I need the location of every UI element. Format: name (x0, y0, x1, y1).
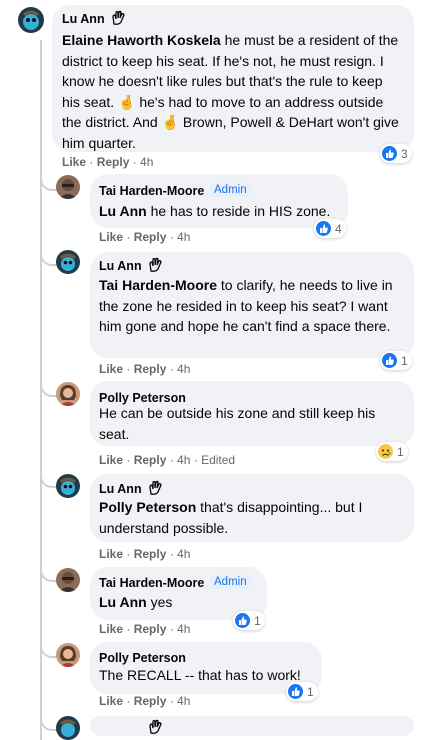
like-link[interactable]: Like (99, 453, 123, 467)
reaction-count[interactable]: 1 (380, 351, 412, 370)
comment-author[interactable]: Polly Peterson (99, 651, 186, 665)
avatar[interactable] (56, 175, 80, 199)
like-link[interactable]: Like (99, 694, 123, 708)
like-reaction-icon (382, 146, 397, 161)
wave-icon (149, 480, 162, 495)
like-link[interactable]: Like (62, 155, 86, 169)
wave-icon (112, 10, 125, 25)
reaction-count[interactable]: 1 (286, 682, 318, 701)
wave-icon (149, 257, 162, 272)
like-reaction-icon (316, 221, 331, 236)
comment-actions: Like · Reply · 4h (99, 362, 191, 376)
mention-link[interactable]: Lu Ann (99, 203, 147, 219)
timestamp[interactable]: 4h (177, 362, 190, 376)
comment-text: Polly Peterson that's disappointing... b… (99, 499, 363, 536)
reaction-count[interactable]: 1 (376, 442, 408, 461)
mention-link[interactable]: Tai Harden-Moore (99, 277, 217, 293)
comment-actions: Like · Reply · 4h (99, 230, 191, 244)
reply-link[interactable]: Reply (134, 453, 167, 467)
reply-link[interactable]: Reply (134, 547, 167, 561)
timestamp[interactable]: 4h (177, 453, 190, 467)
wave-icon (149, 719, 162, 734)
reaction-count[interactable]: 1 (233, 611, 265, 630)
avatar[interactable] (56, 643, 80, 667)
mention-link[interactable]: Lu Ann (99, 594, 147, 610)
sad-reaction-icon (378, 444, 393, 459)
reaction-count[interactable]: 4 (314, 219, 346, 238)
avatar[interactable] (56, 474, 80, 498)
like-reaction-icon (382, 353, 397, 368)
reply-link[interactable]: Reply (134, 694, 167, 708)
avatar[interactable] (56, 250, 80, 274)
timestamp[interactable]: 4h (177, 622, 190, 636)
like-link[interactable]: Like (99, 547, 123, 561)
reply-link[interactable]: Reply (97, 155, 130, 169)
comment-bubble (90, 716, 414, 736)
comment-actions: Like · Reply · 4h (99, 547, 191, 561)
comment-text: Lu Ann he has to reside in HIS zone. (99, 203, 331, 219)
avatar[interactable] (56, 568, 80, 592)
comment-author[interactable]: Lu Ann (99, 482, 142, 496)
like-link[interactable]: Like (99, 362, 123, 376)
edited-label: Edited (201, 453, 236, 467)
timestamp[interactable]: 4h (140, 155, 153, 169)
comment-author[interactable]: Lu Ann (62, 12, 105, 26)
timestamp[interactable]: 4h (177, 694, 190, 708)
avatar[interactable] (18, 7, 44, 33)
like-link[interactable]: Like (99, 622, 123, 636)
like-reaction-icon (235, 613, 250, 628)
reply-link[interactable]: Reply (134, 362, 167, 376)
avatar[interactable] (56, 382, 80, 406)
comment-author[interactable]: Lu Ann (99, 259, 142, 273)
reply-link[interactable]: Reply (134, 230, 167, 244)
like-reaction-icon (288, 684, 303, 699)
comment-actions: Like · Reply · 4h (99, 622, 191, 636)
comment-actions: Like · Reply · 4h (99, 694, 191, 708)
timestamp[interactable]: 4h (177, 230, 190, 244)
comment-text: Elaine Haworth Koskela he must be a resi… (62, 32, 399, 151)
admin-badge: Admin (210, 575, 251, 589)
avatar[interactable] (56, 716, 80, 740)
like-link[interactable]: Like (99, 230, 123, 244)
comment-actions: Like · Reply · 4h (62, 155, 154, 169)
mention-link[interactable]: Polly Peterson (99, 499, 196, 515)
comment-text: Tai Harden-Moore to clarify, he needs to… (99, 277, 393, 334)
mention-link[interactable]: Elaine Haworth Koskela (62, 32, 221, 48)
comment-text: The RECALL -- that has to work! (99, 667, 301, 683)
comment-actions: Like · Reply · 4h · Edited (99, 453, 236, 467)
reaction-count[interactable]: 3 (380, 144, 412, 163)
reply-link[interactable]: Reply (134, 622, 167, 636)
comment-author[interactable]: Tai Harden-Moore (99, 184, 204, 198)
comment-author[interactable]: Tai Harden-Moore (99, 576, 204, 590)
admin-badge: Admin (210, 183, 251, 197)
comment-text: Lu Ann yes (99, 594, 173, 610)
timestamp[interactable]: 4h (177, 547, 190, 561)
comment-text: He can be outside his zone and still kee… (99, 405, 376, 442)
